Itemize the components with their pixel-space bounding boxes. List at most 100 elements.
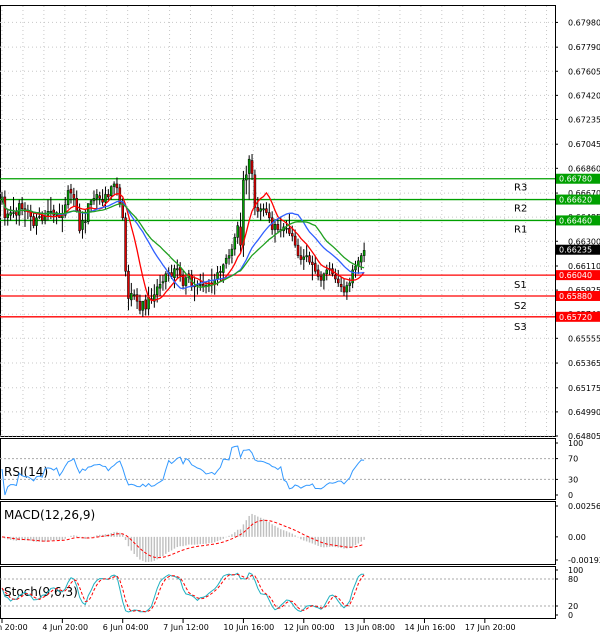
level-label-r2: R2 <box>514 204 527 215</box>
bull-candle <box>173 268 176 278</box>
bull-candle <box>161 281 165 284</box>
bull-candle <box>222 264 225 273</box>
bull-candle <box>345 285 349 293</box>
bull-candle <box>130 293 133 301</box>
stoch-tick-label: 100 <box>568 566 583 575</box>
bear-candle <box>311 261 314 265</box>
bull-candle <box>9 212 12 216</box>
stoch-tick-label: 80 <box>568 575 578 584</box>
price-tick-label: 0.66860 <box>568 164 600 173</box>
bear-candle <box>135 294 139 302</box>
time-tick-label: 12 Jun 00:00 <box>284 623 335 632</box>
bear-candle <box>256 207 260 212</box>
bull-candle <box>35 217 38 226</box>
rsi-tick-label: 100 <box>568 439 583 448</box>
bull-candle <box>95 194 99 199</box>
level-tag-text: 0.66460 <box>559 216 592 225</box>
bull-candle <box>259 208 262 212</box>
rsi-tick-label: 0 <box>568 491 573 500</box>
time-tick-label: 17 Jun 20:00 <box>465 623 516 632</box>
bull-candle <box>362 250 366 256</box>
bull-candle <box>273 224 277 230</box>
stoch-tick-label: 20 <box>568 602 578 611</box>
price-tick-label: 0.67235 <box>568 115 600 124</box>
bull-candle <box>176 268 179 271</box>
bear-candle <box>299 255 303 260</box>
bull-candle <box>242 179 245 246</box>
level-label-r1: R1 <box>514 224 527 235</box>
bull-candle <box>141 300 145 311</box>
bull-candle <box>305 255 308 258</box>
time-tick-label: 10 Jun 16:00 <box>223 623 274 632</box>
bull-candle <box>184 277 188 286</box>
macd-title: MACD(12,26,9) <box>4 508 95 522</box>
level-tag-text: 0.65720 <box>559 313 592 322</box>
bull-candle <box>219 270 222 273</box>
bear-candle <box>319 276 323 281</box>
bear-candle <box>339 283 343 288</box>
bear-candle <box>98 195 101 199</box>
bull-candle <box>230 248 234 256</box>
bear-candle <box>127 270 130 299</box>
bull-candle <box>66 190 70 206</box>
bear-candle <box>296 244 300 256</box>
bull-candle <box>247 158 251 174</box>
time-tick-label: 6 Jun 04:00 <box>103 623 149 632</box>
level-tag-text: 0.65880 <box>559 292 592 301</box>
bear-candle <box>276 224 280 230</box>
bull-candle <box>245 174 248 181</box>
bear-candle <box>20 203 24 209</box>
bear-candle <box>250 160 254 174</box>
bear-candle <box>138 300 142 311</box>
bull-candle <box>325 269 329 275</box>
level-label-s3: S3 <box>514 322 527 333</box>
macd-tick-label: -0.001922 <box>568 556 600 565</box>
bear-candle <box>69 188 73 194</box>
bull-candle <box>216 272 219 280</box>
time-tick-label: 4 Jun 20:00 <box>42 623 88 632</box>
bull-candle <box>49 211 53 213</box>
bear-candle <box>52 209 55 216</box>
bear-candle <box>268 212 271 219</box>
bear-candle <box>101 199 104 203</box>
time-tick-label: 14 Jun 16:00 <box>404 623 455 632</box>
price-tick-label: 0.67045 <box>568 140 600 149</box>
stoch-tick-label: 0 <box>568 611 573 620</box>
bear-candle <box>334 274 337 280</box>
price-tick-label: 0.67420 <box>568 91 600 100</box>
bull-candle <box>6 213 10 219</box>
rsi-tick-label: 30 <box>568 475 578 484</box>
bull-candle <box>285 227 288 230</box>
bear-candle <box>293 235 297 246</box>
bear-candle <box>253 174 257 208</box>
time-tick-label: 7 Jun 12:00 <box>163 623 209 632</box>
bear-candle <box>32 216 35 226</box>
bear-candle <box>342 286 346 293</box>
rsi-tick-label: 70 <box>568 455 578 464</box>
time-tick-label: 3 Jun 20:00 <box>0 623 28 632</box>
price-tick-label: 0.64990 <box>568 408 600 417</box>
bull-candle <box>199 283 202 286</box>
bull-candle <box>155 286 159 295</box>
bear-candle <box>40 214 44 221</box>
bull-candle <box>81 220 84 230</box>
bull-candle <box>132 294 136 296</box>
bull-candle <box>233 237 237 250</box>
time-tick-label: 13 Jun 08:00 <box>344 623 395 632</box>
current-price-tag: 0.66235 <box>556 244 600 255</box>
bull-candle <box>224 257 228 264</box>
bear-candle <box>265 208 268 213</box>
price-tick-label: 0.65365 <box>568 359 600 368</box>
bull-candle <box>17 203 21 216</box>
bull-candle <box>112 183 116 187</box>
bear-candle <box>316 269 320 277</box>
bull-candle <box>302 256 306 260</box>
forex-chart: 0.67980 0.67790 0.67605 0.67420 0.67235 0.670… <box>0 0 600 633</box>
bear-candle <box>314 263 317 272</box>
price-tick-label: 0.66110 <box>568 262 600 271</box>
bull-candle <box>359 255 363 263</box>
macd-tick-label: 0.00 <box>568 533 586 542</box>
bear-candle <box>337 278 340 284</box>
bear-candle <box>72 194 76 199</box>
price-tick-label: 0.67980 <box>568 18 600 27</box>
